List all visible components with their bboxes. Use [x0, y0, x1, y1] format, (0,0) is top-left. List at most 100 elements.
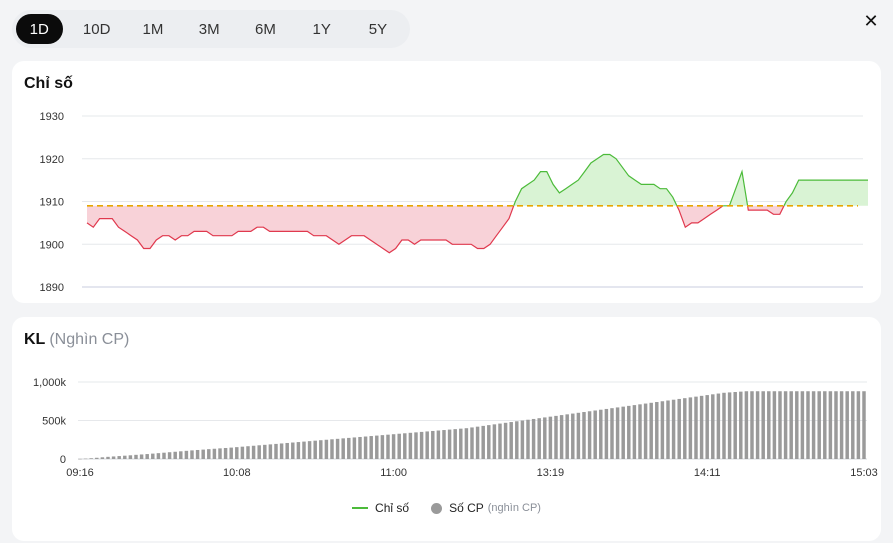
volume-bar	[156, 453, 161, 459]
legend-volume-label: Số CP	[449, 501, 484, 515]
volume-bar	[559, 415, 564, 459]
volume-bar	[733, 392, 737, 459]
x-tick-label: 14:11	[694, 467, 721, 479]
volume-bar	[487, 425, 491, 459]
range-1y-button[interactable]: 1Y	[294, 14, 350, 44]
volume-bar	[330, 439, 334, 459]
volume-bar	[795, 391, 799, 459]
volume-bar	[515, 421, 519, 459]
range-6m-button[interactable]: 6M	[237, 14, 293, 44]
volume-bar	[643, 403, 648, 459]
volume-bar	[744, 391, 749, 459]
volume-bar	[761, 391, 765, 459]
volume-bar	[123, 455, 127, 459]
volume-bar	[548, 416, 553, 459]
volume-bar	[358, 436, 362, 459]
x-tick-label: 09:16	[66, 467, 94, 479]
volume-bar	[817, 391, 821, 459]
volume-bar	[419, 431, 424, 459]
legend-volume-unit: (nghìn CP)	[487, 502, 541, 514]
volume-bar	[716, 393, 721, 459]
range-10d-button[interactable]: 10D	[69, 14, 125, 44]
volume-bar	[195, 449, 200, 459]
close-icon[interactable]: ✕	[860, 10, 882, 32]
volume-bar	[655, 402, 659, 459]
legend-item-volume[interactable]: Số CP (nghìn CP)	[431, 501, 541, 515]
volume-bar	[694, 396, 698, 459]
volume-bar	[800, 391, 805, 459]
volume-bar	[117, 456, 121, 459]
legend-item-index[interactable]: Chỉ số	[352, 501, 409, 515]
volume-bar	[722, 392, 726, 459]
volume-bar	[341, 438, 345, 459]
volume-bar	[688, 397, 693, 459]
volume-bar	[755, 391, 760, 459]
volume-bar	[151, 453, 155, 459]
volume-bar	[173, 451, 177, 459]
volume-bar	[335, 438, 340, 459]
x-tick-label: 13:19	[537, 467, 565, 479]
volume-bar	[649, 402, 653, 459]
volume-bar	[789, 391, 793, 459]
volume-bar	[627, 405, 631, 459]
volume-bar	[537, 418, 541, 459]
volume-bar	[223, 447, 228, 459]
volume-bar	[604, 408, 609, 459]
legend-index-label: Chỉ số	[375, 501, 410, 515]
volume-bar	[772, 391, 777, 459]
volume-bar	[823, 391, 827, 459]
volume-bar	[179, 451, 183, 459]
volume-bar	[582, 412, 586, 459]
range-3m-button[interactable]: 3M	[181, 14, 237, 44]
volume-bar	[520, 420, 525, 459]
volume-bar	[593, 410, 597, 459]
volume-bar	[279, 443, 284, 459]
volume-bar	[201, 449, 205, 459]
volume-bar	[638, 404, 642, 459]
volume-bar	[251, 445, 256, 459]
range-1m-button[interactable]: 1M	[125, 14, 181, 44]
volume-bar	[498, 423, 502, 459]
volume-bar	[851, 391, 855, 459]
volume-bar	[464, 428, 469, 459]
y-tick-label: 1930	[40, 111, 64, 123]
legend-line-swatch	[352, 507, 369, 509]
volume-bar	[347, 437, 351, 459]
volume-bar	[683, 398, 687, 459]
volume-bar	[369, 436, 373, 459]
y-tick-label: 1,000k	[33, 377, 67, 389]
volume-bar	[235, 447, 239, 459]
volume-bar	[207, 449, 211, 459]
volume-bar	[453, 429, 457, 459]
legend-dot-swatch	[431, 502, 443, 514]
volume-bar	[621, 406, 625, 459]
volume-bar	[571, 413, 575, 459]
range-5y-button[interactable]: 5Y	[350, 14, 406, 44]
time-range-selector: 1D 10D 1M 3M 6M 1Y 5Y	[12, 10, 410, 48]
volume-bar	[475, 426, 480, 459]
volume-bar	[615, 407, 620, 459]
index-chart-panel: Chỉ số 1890 1900 1910 1920 1930	[12, 61, 881, 303]
volume-bar	[319, 440, 323, 459]
volume-bar	[184, 450, 189, 459]
volume-bar	[307, 441, 312, 459]
volume-bar	[106, 456, 110, 459]
volume-bar	[699, 395, 704, 459]
range-1d-button[interactable]: 1D	[16, 14, 63, 44]
volume-bar	[811, 391, 816, 459]
y-tick-label: 1920	[40, 154, 64, 166]
volume-bar	[481, 425, 485, 459]
volume-bar	[767, 391, 771, 459]
x-tick-label: 11:00	[380, 467, 407, 479]
volume-bar	[610, 408, 614, 459]
volume-bar	[190, 450, 194, 459]
x-tick-label: 10:08	[223, 467, 251, 479]
volume-bar	[302, 441, 306, 459]
volume-bar	[660, 401, 665, 459]
y-tick-label: 1890	[40, 282, 64, 294]
volume-bar	[386, 434, 390, 459]
volume-bar	[167, 452, 172, 459]
volume-bar	[363, 436, 368, 459]
volume-bar	[397, 433, 401, 459]
volume-bar	[111, 456, 116, 459]
